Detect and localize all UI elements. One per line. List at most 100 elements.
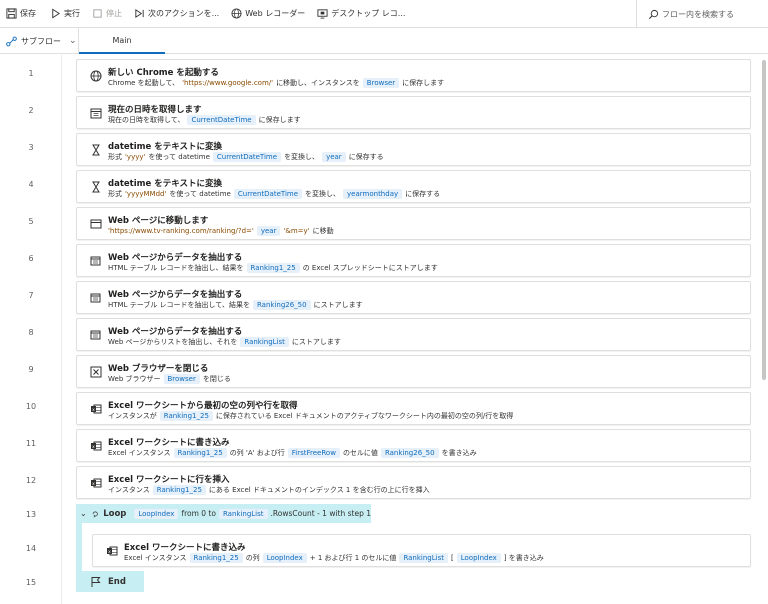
web-recorder-button[interactable]: Web レコーダー xyxy=(227,0,309,28)
action-title: Web ページからデータを抽出する xyxy=(108,327,243,337)
line-number: 2 xyxy=(28,106,34,115)
action-card-launch-chrome[interactable]: 新しい Chrome を起動する Chrome を起動して、 'https://… xyxy=(76,59,751,92)
action-card-excel-write[interactable]: x Excel ワークシートに書き込み Excel インスタンス Ranking… xyxy=(92,534,751,567)
action-title: datetime をテキストに変換 xyxy=(108,179,222,189)
action-title: Web ページからデータを抽出する xyxy=(108,290,243,300)
svg-text:x: x xyxy=(92,445,95,450)
variable-token[interactable]: LoopIndex xyxy=(456,553,501,563)
action-title: Excel ワークシートから最初の空の列や行を取得 xyxy=(108,401,298,411)
action-card-datetime-to-text[interactable]: datetime をテキストに変換 形式 'yyyyMMdd' を使って dat… xyxy=(76,170,751,203)
variable-token[interactable]: Ranking1_25 xyxy=(173,448,227,458)
line-number: 14 xyxy=(25,544,37,553)
next-action-button[interactable]: 次のアクションを... xyxy=(130,0,223,28)
web-extract-icon xyxy=(90,256,101,266)
desc-text: インスタンス xyxy=(108,486,150,494)
hourglass-icon xyxy=(92,181,100,193)
subflow-icon xyxy=(6,36,17,46)
desc-text: 形式 xyxy=(108,153,122,161)
desc-string: '&m=y' xyxy=(283,227,310,235)
subflow-dropdown[interactable]: サブフロー ⌄ xyxy=(6,28,77,54)
action-description: Chrome を起動して、 'https://www.google.com/' … xyxy=(108,78,447,88)
excel-icon: x xyxy=(91,404,102,414)
action-description: Excel インスタンス Ranking1_25 の列 'A' および行 Fir… xyxy=(108,448,480,458)
action-description: Excel インスタンス Ranking1_25 の列 LoopIndex + … xyxy=(124,553,547,563)
action-title: datetime をテキストに変換 xyxy=(108,142,222,152)
variable-token[interactable]: CurrentDateTime xyxy=(187,115,256,125)
action-description: インスタンス Ranking1_25 にある Excel ドキュメントのインデッ… xyxy=(108,485,433,495)
action-title: Excel ワークシートに書き込み xyxy=(124,543,246,553)
save-icon xyxy=(6,8,17,19)
globe-icon xyxy=(231,8,242,19)
action-description: HTML テーブル レコードを抽出して、結果を Ranking26_50 にスト… xyxy=(108,300,366,310)
action-card-extract-web-data[interactable]: Web ページからデータを抽出する Web ページからリストを抽出し、それを R… xyxy=(76,318,751,351)
desktop-icon xyxy=(317,9,328,19)
variable-token[interactable]: RankingList xyxy=(218,508,268,519)
desc-text: にある Excel ドキュメントのインデックス 1 を含む行の上に行を挿入 xyxy=(208,486,430,494)
flag-icon xyxy=(91,576,101,587)
variable-token[interactable]: yearmonthday xyxy=(343,189,403,199)
web-extract-icon xyxy=(90,293,101,303)
action-card-extract-web-data[interactable]: Web ページからデータを抽出する HTML テーブル レコードを抽出して、結果… xyxy=(76,281,751,314)
line-number: 1 xyxy=(28,69,34,78)
loop-block-bracket xyxy=(76,523,82,571)
variable-token[interactable]: LoopIndex xyxy=(262,553,307,563)
action-card-excel-insert-row[interactable]: x Excel ワークシートに行を挿入 インスタンス Ranking1_25 に… xyxy=(76,466,751,499)
variable-token[interactable]: Ranking1_25 xyxy=(246,263,300,273)
search-box[interactable]: フロー内を検索する xyxy=(648,0,734,28)
variable-token[interactable]: Ranking26_50 xyxy=(380,448,439,458)
line-number: 8 xyxy=(28,328,34,337)
desc-text: の列 'A' および行 xyxy=(229,449,285,457)
action-card-datetime-to-text[interactable]: datetime をテキストに変換 形式 'yyyy' を使って datetim… xyxy=(76,133,751,166)
desc-text: from 0 to xyxy=(181,509,216,518)
search-placeholder: フロー内を検索する xyxy=(662,9,734,19)
action-title: 新しい Chrome を起動する xyxy=(108,68,219,78)
variable-token[interactable]: Ranking26_50 xyxy=(252,300,311,310)
desc-text: を変換し、 xyxy=(284,153,320,161)
variable-token[interactable]: LoopIndex xyxy=(134,508,179,519)
action-title: Web ブラウザーを閉じる xyxy=(108,364,209,374)
desc-text: を使って datetime xyxy=(148,153,210,161)
web-extract-icon xyxy=(90,330,101,340)
desc-text: のセルに値 xyxy=(342,449,378,457)
end-label: End xyxy=(108,576,126,587)
line-number: 11 xyxy=(25,439,37,448)
action-description: 現在の日時を取得して、 CurrentDateTime に保存します xyxy=(108,115,304,125)
variable-token[interactable]: Browser xyxy=(163,374,200,384)
tab-main[interactable]: Main xyxy=(79,28,165,54)
variable-token[interactable]: year xyxy=(322,152,346,162)
action-description: Web ページからリストを抽出し、それを RankingList にストアします xyxy=(108,337,344,347)
variable-token[interactable]: CurrentDateTime xyxy=(212,152,282,162)
variable-token[interactable]: RankingList xyxy=(399,553,448,563)
desc-text: の列 xyxy=(245,554,260,562)
loop-end-block[interactable]: End xyxy=(76,571,144,592)
action-card-excel-write[interactable]: x Excel ワークシートに書き込み Excel インスタンス Ranking… xyxy=(76,429,751,462)
chevron-down-icon: ⌄ xyxy=(69,36,77,46)
variable-token[interactable]: Ranking1_25 xyxy=(189,553,243,563)
action-description: 'https://www.tv-ranking.com/ranking/?d='… xyxy=(108,226,337,236)
line-number: 15 xyxy=(25,578,37,587)
action-card-navigate-web-page[interactable]: Web ページに移動します 'https://www.tv-ranking.co… xyxy=(76,207,751,240)
excel-icon: x xyxy=(91,478,102,488)
desc-text: を書き込み xyxy=(441,449,477,457)
variable-token[interactable]: CurrentDateTime xyxy=(233,189,303,199)
desc-text: の Excel スプレッドシートにストアします xyxy=(302,264,438,272)
stop-button[interactable]: 停止 xyxy=(88,0,126,28)
variable-token[interactable]: FirstFreeRow xyxy=(287,448,340,458)
action-card-get-datetime[interactable]: 現在の日時を取得します 現在の日時を取得して、 CurrentDateTime … xyxy=(76,96,751,129)
action-card-close-browser[interactable]: Web ブラウザーを閉じる Web ブラウザー Browser を閉じる xyxy=(76,355,751,388)
step-forward-icon xyxy=(135,8,144,19)
run-button[interactable]: 実行 xyxy=(46,0,84,28)
vertical-scrollbar[interactable] xyxy=(762,60,766,380)
subflow-label: サブフロー xyxy=(21,36,61,46)
variable-token[interactable]: Browser xyxy=(362,78,400,88)
collapse-chevron-icon[interactable]: ⌄ xyxy=(80,509,87,518)
loop-block-header[interactable]: ⌄ Loop LoopIndex from 0 to RankingList .… xyxy=(76,504,371,523)
variable-token[interactable]: year xyxy=(256,226,281,236)
action-card-extract-web-data[interactable]: Web ページからデータを抽出する HTML テーブル レコードを抽出し、結果を… xyxy=(76,244,751,277)
variable-token[interactable]: Ranking1_25 xyxy=(152,485,206,495)
save-button[interactable]: 保存 xyxy=(2,0,40,28)
variable-token[interactable]: RankingList xyxy=(240,337,289,347)
desktop-recorder-button[interactable]: デスクトップ レコ... xyxy=(313,0,409,28)
action-card-excel-get-first-free[interactable]: x Excel ワークシートから最初の空の列や行を取得 インスタンスが Rank… xyxy=(76,392,751,425)
variable-token[interactable]: Ranking1_25 xyxy=(159,411,213,421)
